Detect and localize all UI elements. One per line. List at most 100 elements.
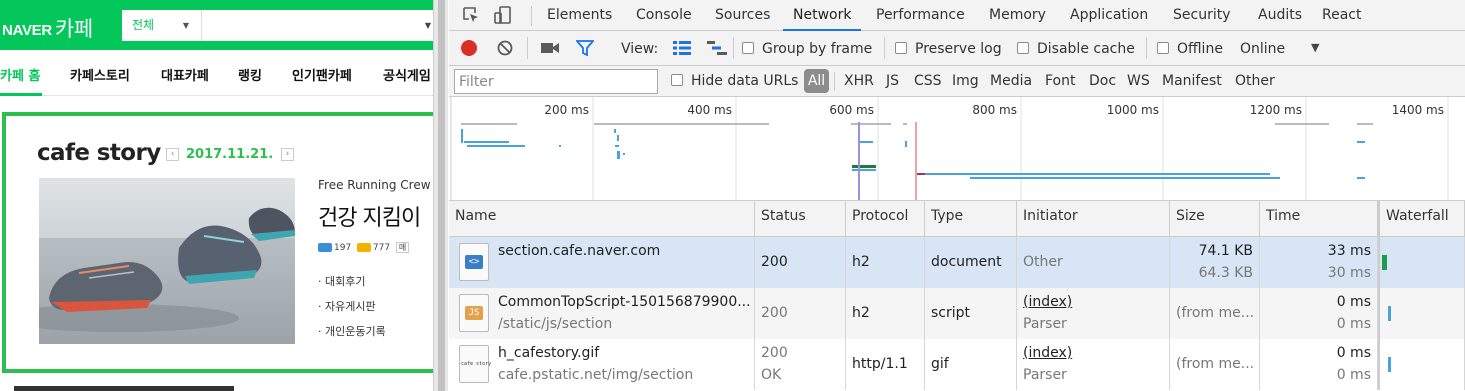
tab-react[interactable]: React xyxy=(1312,0,1371,31)
request-initiator-link[interactable]: (index) xyxy=(1023,294,1072,310)
request-name: CommonTopScript-150156879900... xyxy=(498,294,751,310)
nav-official-game[interactable]: 공식게임 xyxy=(383,65,431,84)
scrollbar-thumb[interactable] xyxy=(438,0,445,391)
network-toolbar: View: Group by frame Preserve log Disabl… xyxy=(449,31,1465,66)
waterfall-bar xyxy=(1388,306,1391,321)
divider xyxy=(884,37,885,59)
tab-performance[interactable]: Performance xyxy=(866,0,975,31)
filter-all-button[interactable]: All xyxy=(804,69,829,93)
column-waterfall[interactable]: Waterfall xyxy=(1378,201,1465,237)
nav-cafe-home[interactable]: 카페 홈 xyxy=(0,65,40,84)
filter-xhr[interactable]: XHR xyxy=(844,73,874,89)
column-time[interactable]: Time xyxy=(1260,201,1378,237)
filter-img[interactable]: Img xyxy=(952,73,979,89)
filter-font[interactable]: Font xyxy=(1045,73,1075,89)
tab-elements[interactable]: Elements xyxy=(537,0,622,31)
checkbox[interactable] xyxy=(1017,42,1029,54)
network-overview-timeline[interactable]: 200 ms 400 ms 600 ms 800 ms 1000 ms 1200… xyxy=(449,97,1465,201)
story-link[interactable]: · 대회후기 xyxy=(318,273,433,289)
tab-audits[interactable]: Audits xyxy=(1248,0,1312,31)
nav-ranking[interactable]: 랭킹 xyxy=(238,65,262,84)
tab-console[interactable]: Console xyxy=(626,0,702,31)
table-row[interactable]: <> section.cafe.naver.com 200 h2 documen… xyxy=(449,237,1465,288)
request-type: gif xyxy=(931,356,949,372)
more-badge: 매 xyxy=(395,242,410,253)
request-initiator-link[interactable]: (index) xyxy=(1023,345,1072,361)
story-link[interactable]: · 자유게시판 xyxy=(318,298,433,314)
story-links: · 대회후기 · 자유게시판 · 개인운동기록 xyxy=(318,273,433,339)
request-size: (from me... xyxy=(1176,356,1255,372)
checkbox[interactable] xyxy=(895,42,907,54)
throttling-select[interactable]: Online xyxy=(1240,41,1285,57)
request-protocol: h2 xyxy=(852,305,870,321)
column-size[interactable]: Size xyxy=(1170,201,1260,237)
column-type[interactable]: Type xyxy=(925,201,1017,237)
request-size: (from me... xyxy=(1176,305,1255,321)
request-status: 200 xyxy=(761,305,788,321)
cafe-story-date: 2017.11.21. xyxy=(186,147,274,162)
clear-icon[interactable] xyxy=(497,40,513,60)
overview-tick-label: 600 ms xyxy=(829,103,874,117)
group-by-frame-checkbox[interactable]: Group by frame xyxy=(742,41,872,57)
column-protocol[interactable]: Protocol xyxy=(846,201,925,237)
club-name[interactable]: Free Running Crew xyxy=(318,178,433,192)
large-rows-icon[interactable] xyxy=(673,41,691,59)
hide-data-urls-checkbox[interactable]: Hide data URLs xyxy=(671,73,798,89)
story-photo-running-shoes[interactable] xyxy=(39,178,295,344)
overview-tick-label: 400 ms xyxy=(687,103,732,117)
checkbox[interactable] xyxy=(671,74,683,86)
filter-manifest[interactable]: Manifest xyxy=(1162,73,1222,89)
filter-css[interactable]: CSS xyxy=(914,73,942,89)
request-type: script xyxy=(931,305,971,321)
chevron-down-icon[interactable]: ▼ xyxy=(1311,41,1319,54)
overview-tick-label: 1400 ms xyxy=(1392,103,1444,117)
request-latency: 0 ms xyxy=(1336,367,1371,383)
search-scope-select[interactable]: 전체 ▼ xyxy=(122,10,202,41)
table-row[interactable]: cafe story h_cafestory.gif cafe.pstatic.… xyxy=(449,339,1465,390)
story-headline[interactable]: 건강 지킴이 xyxy=(318,200,433,232)
overview-waterfall-icon[interactable] xyxy=(707,41,727,59)
device-toolbar-icon[interactable] xyxy=(493,5,513,25)
column-initiator[interactable]: Initiator xyxy=(1017,201,1170,237)
checkbox[interactable] xyxy=(742,42,754,54)
record-icon[interactable] xyxy=(461,40,477,56)
script-file-icon: JS xyxy=(459,294,489,332)
naver-logo[interactable]: NAVER 카페 xyxy=(2,12,93,42)
tab-sources[interactable]: Sources xyxy=(705,0,780,31)
filter-media[interactable]: Media xyxy=(990,73,1032,89)
prev-date-button[interactable]: ‹ xyxy=(166,148,179,161)
chevron-down-icon[interactable]: ▼ xyxy=(425,21,431,30)
divider xyxy=(527,37,528,59)
tab-security[interactable]: Security xyxy=(1163,0,1241,31)
preserve-log-checkbox[interactable]: Preserve log xyxy=(895,41,1002,57)
request-size: 74.1 KB xyxy=(1198,243,1253,259)
column-name[interactable]: Name xyxy=(449,201,755,237)
disable-cache-checkbox[interactable]: Disable cache xyxy=(1017,41,1135,57)
filter-js[interactable]: JS xyxy=(886,73,899,89)
nav-cafe-story[interactable]: 카페스토리 xyxy=(70,65,130,84)
checkbox[interactable] xyxy=(1157,42,1169,54)
inspect-element-icon[interactable] xyxy=(461,5,481,25)
filter-ws[interactable]: WS xyxy=(1127,73,1150,89)
screenshot-camera-icon[interactable] xyxy=(541,41,559,59)
tab-memory[interactable]: Memory xyxy=(979,0,1056,31)
filter-doc[interactable]: Doc xyxy=(1089,73,1116,89)
divider xyxy=(834,72,835,91)
tab-network[interactable]: Network xyxy=(783,0,862,31)
column-status[interactable]: Status xyxy=(755,201,846,237)
tab-application[interactable]: Application xyxy=(1060,0,1158,31)
offline-checkbox[interactable]: Offline xyxy=(1157,41,1223,57)
network-request-table: Name Status Protocol Type Initiator Size… xyxy=(449,201,1465,391)
nav-featured-cafe[interactable]: 대표카페 xyxy=(161,65,209,84)
filter-funnel-icon[interactable] xyxy=(575,40,595,60)
story-link[interactable]: · 개인운동기록 xyxy=(318,323,433,339)
next-date-button[interactable]: › xyxy=(281,148,294,161)
devtools-panel: Elements Console Sources Network Perform… xyxy=(449,0,1465,391)
panel-splitter[interactable] xyxy=(433,0,448,391)
nav-popular-fan-cafe[interactable]: 인기팬카페 xyxy=(292,65,352,84)
document-file-icon: <> xyxy=(459,243,489,281)
filter-other[interactable]: Other xyxy=(1235,73,1275,89)
filter-input[interactable] xyxy=(454,69,658,94)
table-row[interactable]: JS CommonTopScript-150156879900... /stat… xyxy=(449,288,1465,339)
search-box[interactable]: 전체 ▼ ▼ xyxy=(120,8,433,43)
